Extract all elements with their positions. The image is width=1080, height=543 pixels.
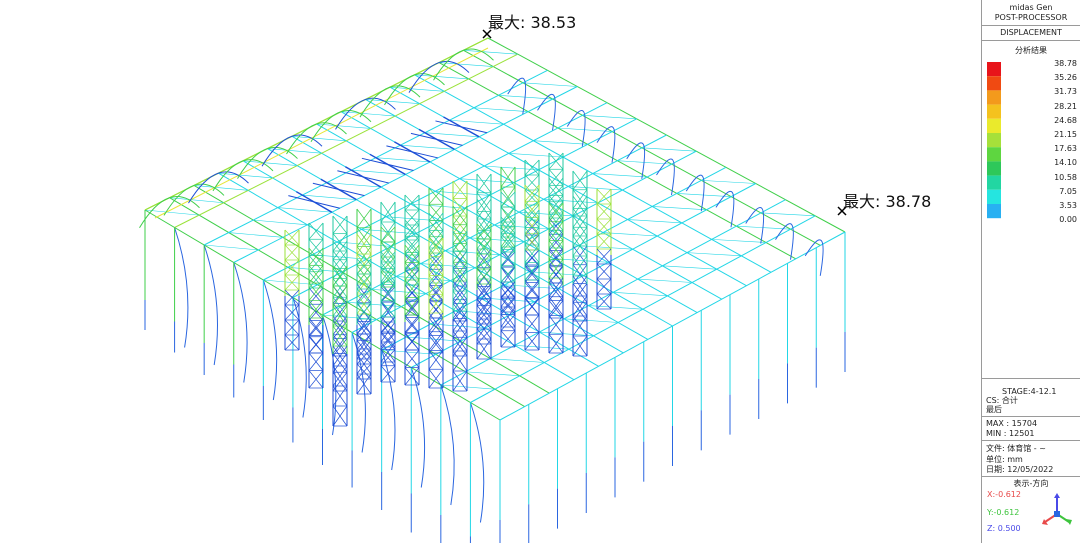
legend-value: 14.10 — [1054, 158, 1077, 168]
legend-swatch — [987, 76, 1001, 91]
legend-value: 31.73 — [1054, 87, 1077, 97]
app-name: midas Gen — [1009, 3, 1053, 12]
legend-color-bar — [987, 62, 1001, 219]
result-type: DISPLACEMENT — [1000, 28, 1062, 37]
legend-swatch — [987, 189, 1001, 204]
legend-swatch — [987, 133, 1001, 148]
y-direction: Y:-0.612 — [987, 508, 1020, 517]
legend-swatch — [987, 90, 1001, 105]
legend-value: 21.15 — [1054, 130, 1077, 139]
legend-value: 3.53 — [1059, 201, 1077, 210]
legend-title: 分析结果 — [1015, 46, 1047, 55]
legend-value: 35.26 — [1054, 73, 1077, 83]
result-panel: midas Gen POST-PROCESSOR DISPLACEMENT 分析… — [981, 0, 1080, 543]
min-node: MIN : 12501 — [986, 429, 1035, 438]
legend-swatch — [987, 161, 1001, 176]
module-name: POST-PROCESSOR — [994, 13, 1068, 22]
legend-value: 0.00 — [1059, 215, 1077, 225]
legend-swatch — [987, 147, 1001, 162]
max-marker-label-2: 最大: 38.78 — [843, 192, 932, 211]
max-marker-label-1: 最大: 38.53 — [488, 13, 577, 32]
legend-value: 10.58 — [1054, 172, 1077, 182]
z-direction: Z: 0.500 — [987, 524, 1021, 533]
step-label: 最后 — [986, 405, 1002, 414]
legend-swatch — [987, 175, 1001, 190]
unit-label: 单位: mm — [986, 455, 1023, 464]
legend-value: 28.21 — [1054, 101, 1077, 111]
legend-swatch — [987, 118, 1001, 133]
legend-value: 7.05 — [1059, 186, 1077, 196]
legend-value: 24.68 — [1054, 115, 1077, 125]
legend-value: 17.63 — [1054, 144, 1077, 154]
file-name: 文件: 体育馆 - ~ — [986, 444, 1046, 453]
legend-swatch — [987, 104, 1001, 119]
date-label: 日期: 12/05/2022 — [986, 465, 1054, 474]
model-viewport[interactable]: 最大: 38.53 最大: 38.78 — [0, 0, 980, 543]
legend-value: 38.78 — [1054, 59, 1077, 68]
color-legend: 38.78 35.26 31.73 28.21 24.68 21.15 17.63 14.10… — [987, 59, 1077, 225]
structure-model — [139, 29, 847, 543]
legend-swatch — [987, 62, 1001, 77]
x-direction: X:-0.612 — [987, 490, 1021, 499]
max-node: MAX : 15704 — [986, 419, 1038, 428]
legend-swatch — [987, 204, 1001, 219]
axis-triad-icon — [1042, 493, 1072, 525]
view-direction-title: 表示-方向 — [1013, 479, 1049, 488]
